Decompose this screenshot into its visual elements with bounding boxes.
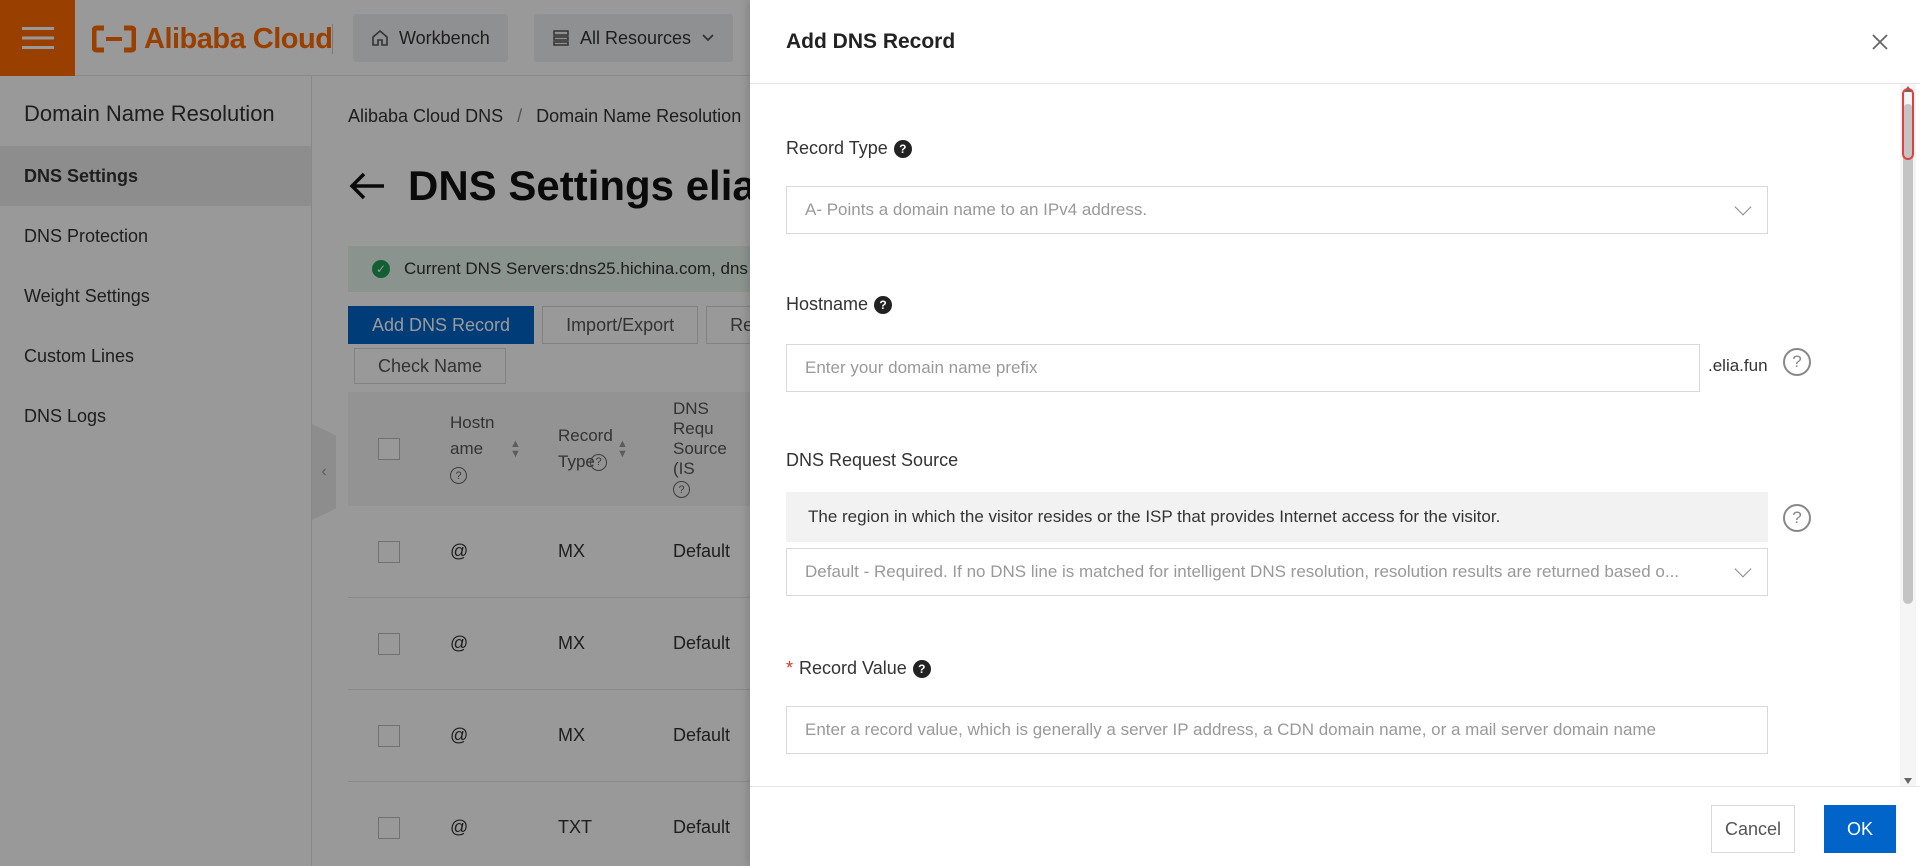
close-icon (1872, 34, 1888, 50)
scroll-down-icon[interactable] (1904, 778, 1912, 784)
ok-button[interactable]: OK (1824, 805, 1896, 853)
dns-source-select[interactable]: Default - Required. If no DNS line is ma… (786, 548, 1768, 596)
record-type-label: Record Type ? (786, 138, 912, 159)
record-value-label: * Record Value ? (786, 658, 931, 679)
drawer-footer: Cancel OK (750, 786, 1920, 866)
record-value-label-text: Record Value (799, 658, 907, 678)
dns-source-help-icon[interactable]: ? (1783, 504, 1811, 532)
dns-source-info: The region in which the visitor resides … (786, 492, 1768, 542)
record-type-value: A- Points a domain name to an IPv4 addre… (805, 200, 1148, 219)
drawer-body: Record Type ? A- Points a domain name to… (750, 84, 1900, 786)
dns-source-label-text: DNS Request Source (786, 450, 959, 470)
record-type-label-text: Record Type (786, 138, 888, 158)
dns-source-label: DNS Request Source (786, 450, 958, 471)
required-marker: * (786, 658, 794, 678)
record-value-input[interactable]: Enter a record value, which is generally… (786, 706, 1768, 754)
add-dns-record-drawer: Add DNS Record Record Type ? A- Points a… (750, 0, 1920, 866)
modal-overlay[interactable] (0, 0, 750, 866)
dns-source-value: Default - Required. If no DNS line is ma… (805, 562, 1680, 581)
hostname-placeholder: Enter your domain name prefix (805, 358, 1038, 377)
hostname-label: Hostname ? (786, 294, 893, 315)
cancel-button[interactable]: Cancel (1711, 805, 1795, 853)
scrollbar-highlight (1902, 88, 1914, 160)
question-icon[interactable]: ? (893, 139, 912, 158)
chevron-down-icon (1734, 560, 1752, 578)
hostname-input[interactable]: Enter your domain name prefix (786, 344, 1700, 392)
drawer-header: Add DNS Record (750, 0, 1920, 84)
hostname-suffix: .elia.fun (1708, 356, 1768, 375)
record-value-placeholder: Enter a record value, which is generally… (805, 720, 1657, 739)
question-icon[interactable]: ? (912, 659, 931, 678)
hostname-help-icon[interactable]: ? (1783, 348, 1811, 376)
close-button[interactable] (1868, 30, 1892, 54)
record-type-select[interactable]: A- Points a domain name to an IPv4 addre… (786, 186, 1768, 234)
drawer-scrollbar[interactable] (1900, 84, 1916, 786)
hostname-label-text: Hostname (786, 294, 869, 314)
drawer-title: Add DNS Record (786, 30, 956, 53)
question-icon[interactable]: ? (874, 295, 893, 314)
scrollbar-thumb[interactable] (1903, 104, 1913, 604)
chevron-down-icon (1734, 198, 1752, 216)
